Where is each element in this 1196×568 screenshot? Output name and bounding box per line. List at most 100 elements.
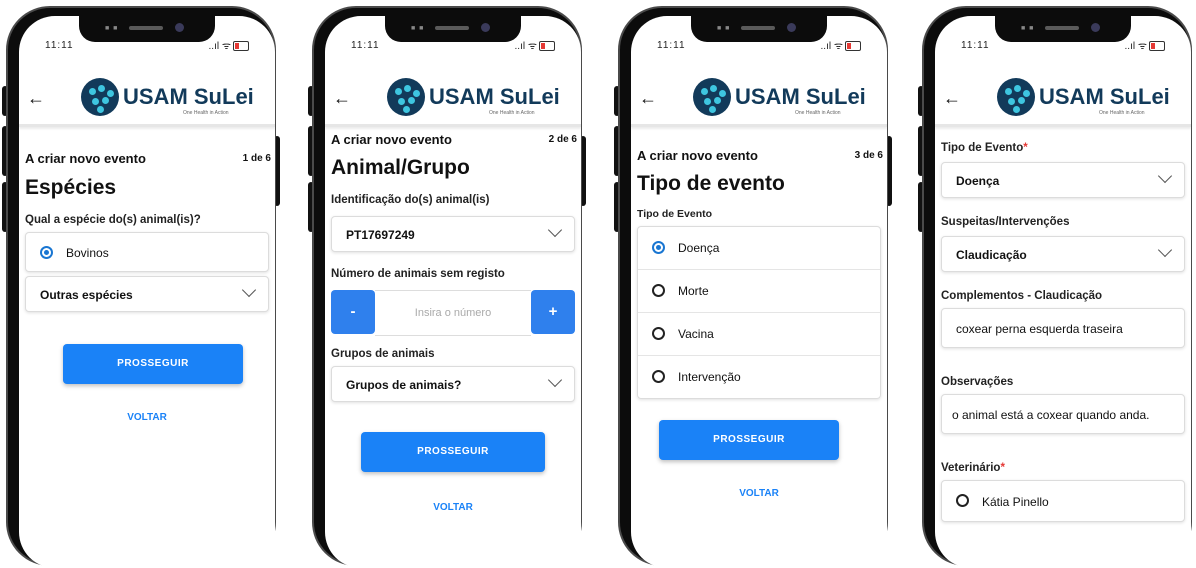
camera-icon [175,23,184,32]
observations-field[interactable]: o animal está a coxear quando anda. [941,394,1185,434]
field-value: coxear perna esquerda traseira [956,322,1123,336]
status-time: 11:11 [45,40,74,51]
signal-icon: ..ıl ᯤ [208,41,231,52]
back-link[interactable]: VOLTAR [19,412,275,423]
chevron-down-icon [1157,168,1173,184]
field-value: o animal está a coxear quando anda. [952,408,1150,422]
status-bar: ■ ■ 11:11 ..ıl ᯤ [325,16,581,52]
status-icons: ..ıl ᯤ [515,38,555,52]
back-arrow-icon[interactable]: ← [333,88,351,109]
radio-label: Kátia Pinello [982,495,1049,509]
event-type-radio-group: Doença Morte Vacina Intervenção [637,226,881,399]
vet-radio-option[interactable]: Kátia Pinello [941,480,1185,522]
phone-frame: ■ ■ 11:11 ..ıl ᯤ ← USAM SuLei One Health… [6,6,276,568]
increment-button[interactable]: + [531,290,575,334]
event-type-label: Tipo de Evento [637,208,713,220]
radio-icon[interactable] [652,284,665,297]
camera-icon [1091,23,1100,32]
animal-id-dropdown[interactable]: PT17697249 [331,216,575,252]
form-subtitle: A criar novo evento [637,148,758,163]
phone-screen: ■ ■ 11:11 ..ıl ᯤ ← USAM SuLei One Health… [325,16,581,568]
status-time: 11:11 [961,40,990,51]
status-bar: ■ ■ 11:11 ..ıl ᯤ [19,16,275,52]
event-type-label: Tipo de Evento* [941,142,1028,154]
groups-dropdown[interactable]: Grupos de animais? [331,366,575,402]
radio-option-intervencao[interactable]: Intervenção [638,356,880,398]
radio-label: Morte [678,284,709,298]
radio-selected-icon[interactable] [652,241,665,254]
form-subtitle: A criar novo evento [331,132,452,147]
animal-id-label: Identificação do(s) animal(is) [331,194,490,206]
brand-tagline: One Health in Action [183,110,229,116]
continue-button[interactable]: PROSSEGUIR [361,432,545,472]
radio-selected-icon[interactable] [40,246,53,259]
brand-tagline: One Health in Action [489,110,535,116]
phone-2: ■ ■ 11:11 ..ıl ᯤ ← USAM SuLei One Health… [308,6,586,568]
dropdown-value: Grupos de animais? [346,378,462,392]
signal-icon: ..ıl ᯤ [514,41,537,52]
brand-name: USAM SuLei [429,84,560,109]
battery-icon [845,41,861,52]
battery-icon [1149,41,1165,52]
phone-screen: ■ ■ 11:11 ..ıl ᯤ ← USAM SuLei One Health… [631,16,887,568]
brand-name: USAM SuLei [1039,84,1170,109]
radio-option-doenca[interactable]: Doença [638,227,880,270]
event-type-dropdown[interactable]: Doença [941,162,1185,198]
battery-icon [539,41,555,52]
step-indicator: 3 de 6 [854,150,883,161]
phone-frame: ■ ■ 11:11 ..ıl ᯤ ← USAM SuLei One Health… [618,6,888,568]
radio-label: Doença [678,241,720,255]
suspect-dropdown[interactable]: Claudicação [941,236,1185,272]
back-arrow-icon[interactable]: ← [943,88,961,109]
radio-icon[interactable] [652,327,665,340]
back-link[interactable]: VOLTAR [325,502,581,513]
status-bar: ■ ■ 11:11 ..ıl ᯤ [631,16,887,52]
status-icons: ..ıl ᯤ [209,38,249,52]
decrement-button[interactable]: - [331,290,375,334]
radio-option-morte[interactable]: Morte [638,270,880,313]
back-link[interactable]: VOLTAR [631,488,887,499]
phone-3: ■ ■ 11:11 ..ıl ᯤ ← USAM SuLei One Health… [614,6,892,568]
notch: ■ ■ [691,16,827,42]
continue-button[interactable]: PROSSEGUIR [63,344,243,384]
status-time: 11:11 [351,40,380,51]
brand-tagline: One Health in Action [795,110,841,116]
notch: ■ ■ [79,16,215,42]
status-icons: ..ıl ᯤ [821,38,861,52]
camera-icon [481,23,490,32]
other-species-dropdown[interactable]: Outras espécies [25,276,269,312]
radio-icon[interactable] [956,494,969,507]
page-title: Tipo de evento [637,172,785,195]
radio-option-vacina[interactable]: Vacina [638,313,880,356]
complement-field[interactable]: coxear perna esquerda traseira [941,308,1185,348]
vet-label: Veterinário* [941,462,1005,474]
app-bar: ← USAM SuLei One Health in Action [325,74,581,127]
radio-label: Bovinos [66,246,109,260]
radio-label: Intervenção [678,370,741,384]
count-input[interactable]: Insira o número [375,290,531,336]
phone-1: ■ ■ 11:11 ..ıl ᯤ ← USAM SuLei One Health… [2,6,280,568]
phone-frame: ■ ■ 11:11 ..ıl ᯤ ← USAM SuLei One Health… [922,6,1192,568]
suspect-label: Suspeitas/Intervenções [941,216,1070,228]
radio-label: Vacina [678,327,714,341]
brand-name: USAM SuLei [123,84,254,109]
brand-name: USAM SuLei [735,84,866,109]
back-arrow-icon[interactable]: ← [639,88,657,109]
logo-icon [81,78,119,116]
radio-icon[interactable] [652,370,665,383]
continue-button[interactable]: PROSSEGUIR [659,420,839,460]
phone-frame: ■ ■ 11:11 ..ıl ᯤ ← USAM SuLei One Health… [312,6,582,568]
label-text: Tipo de Evento [941,142,1024,154]
phone-screen: ■ ■ 11:11 ..ıl ᯤ ← USAM SuLei One Health… [19,16,275,568]
page-title: Animal/Grupo [331,156,470,179]
back-arrow-icon[interactable]: ← [27,88,45,109]
species-radio-bovinos[interactable]: Bovinos [25,232,269,272]
form-subtitle: A criar novo evento [25,151,146,166]
observations-label: Observações [941,376,1014,388]
groups-label: Grupos de animais [331,348,435,360]
step-indicator: 1 de 6 [242,153,271,164]
required-mark: * [1000,462,1005,474]
quantity-stepper: - Insira o número + [331,290,575,336]
battery-icon [233,41,249,52]
signal-icon: ..ıl ᯤ [820,41,843,52]
